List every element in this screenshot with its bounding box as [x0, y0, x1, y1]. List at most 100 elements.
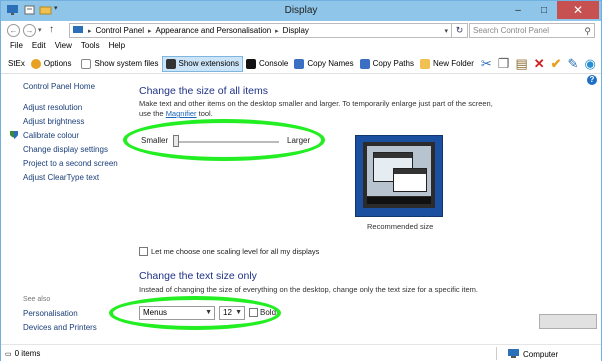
options-button[interactable]: Options: [28, 56, 75, 72]
search-input[interactable]: Search Control Panel ⚲: [469, 23, 595, 38]
preview-screen: [367, 146, 431, 196]
size-description-line2: use the Magnifier tool.: [139, 109, 213, 119]
copy-names-icon: [294, 58, 305, 69]
preview-window-front: [393, 168, 427, 192]
search-icon: ⚲: [584, 26, 591, 36]
copy-names-button[interactable]: Copy Names: [291, 56, 356, 72]
address-control-panel-icon: [73, 25, 84, 37]
status-location-label: Computer: [523, 350, 559, 359]
copy-icon[interactable]: ❐: [498, 56, 510, 72]
copy-paths-label: Copy Paths: [372, 59, 414, 68]
cut-icon[interactable]: ✂: [481, 56, 492, 72]
font-size-select[interactable]: 12 ▼: [219, 306, 245, 320]
adjust-brightness-link[interactable]: Adjust brightness: [23, 117, 84, 126]
breadcrumb-separator-icon: ▸: [275, 27, 279, 35]
options-label: Options: [43, 59, 72, 68]
extension-icon: [165, 58, 176, 69]
status-items-count: 0 items: [14, 349, 41, 358]
bold-checkbox[interactable]: [249, 308, 258, 317]
console-icon: [246, 58, 256, 69]
font-size-value: 12: [223, 308, 232, 317]
new-folder-button[interactable]: New Folder: [417, 56, 477, 72]
item-select[interactable]: Menus ▼: [139, 306, 215, 320]
refresh-button[interactable]: ↻: [452, 23, 468, 38]
menu-file[interactable]: File: [10, 41, 23, 53]
adjust-resolution-link[interactable]: Adjust resolution: [23, 103, 82, 112]
paste-icon[interactable]: ▤: [515, 56, 527, 72]
forward-button[interactable]: →: [23, 24, 36, 37]
show-system-files-label: Show system files: [94, 59, 159, 68]
text-size-description: Instead of changing the size of everythi…: [139, 285, 478, 294]
one-scaling-label: Let me choose one scaling level for all …: [151, 247, 320, 256]
status-items: ▭ 0 items: [5, 349, 40, 358]
breadcrumb-separator-icon: ▸: [88, 27, 92, 35]
menu-help[interactable]: Help: [109, 41, 125, 53]
size-description-suffix: tool.: [196, 109, 213, 118]
preview-monitor: [363, 142, 435, 208]
control-panel-home-link[interactable]: Control Panel Home: [23, 82, 95, 91]
adjust-cleartype-link[interactable]: Adjust ClearType text: [23, 173, 99, 182]
address-field[interactable]: ▸ Control Panel ▸ Appearance and Persona…: [69, 23, 452, 38]
slider-min-label: Smaller: [141, 136, 169, 145]
one-scaling-checkbox[interactable]: [139, 247, 148, 256]
breadcrumb-display[interactable]: Display: [283, 26, 309, 35]
search-placeholder: Search Control Panel: [473, 26, 550, 35]
back-button[interactable]: ←: [7, 24, 20, 37]
display-preview-image: [355, 135, 443, 217]
menu-bar: File Edit View Tools Help: [1, 41, 601, 53]
computer-icon: [508, 349, 519, 360]
apply-button[interactable]: [539, 314, 597, 329]
size-heading: Change the size of all items: [139, 85, 268, 97]
see-also-heading: See also: [23, 296, 51, 303]
console-button[interactable]: Console: [243, 56, 291, 72]
menu-edit[interactable]: Edit: [32, 41, 46, 53]
maximize-button[interactable]: □: [531, 1, 557, 19]
checkmark-icon[interactable]: ✔: [551, 56, 562, 72]
console-label: Console: [259, 59, 289, 68]
size-slider-track[interactable]: [173, 141, 279, 143]
copy-names-label: Copy Names: [307, 59, 354, 68]
menu-view[interactable]: View: [55, 41, 72, 53]
breadcrumb-appearance[interactable]: Appearance and Personalisation: [156, 26, 272, 35]
change-display-settings-link[interactable]: Change display settings: [23, 145, 108, 154]
address-bar: ← → ▾ ↑ ▸ Control Panel ▸ Appearance and…: [1, 21, 601, 40]
stex-toolbar: StEx Options Show system files Show exte…: [1, 54, 601, 74]
calibrate-colour-link[interactable]: Calibrate colour: [23, 131, 79, 140]
show-extensions-label: Show extensions: [178, 59, 239, 68]
status-bar: ▭ 0 items Computer: [1, 344, 601, 361]
left-navigation-pane: Control Panel Home Adjust resolution Adj…: [1, 75, 129, 343]
project-second-screen-link[interactable]: Project to a second screen: [23, 159, 118, 168]
show-extensions-button[interactable]: Show extensions: [161, 55, 243, 72]
up-arrow-icon[interactable]: ↑: [49, 24, 54, 35]
devices-printers-link[interactable]: Devices and Printers: [23, 323, 97, 332]
copy-paths-button[interactable]: Copy Paths: [357, 56, 417, 72]
chevron-down-icon: ▼: [205, 309, 212, 316]
size-description-line1: Make text and other items on the desktop…: [139, 99, 493, 108]
size-slider-thumb[interactable]: [173, 135, 179, 147]
gear-icon: [30, 58, 41, 69]
explorer-icon[interactable]: ◉: [584, 56, 595, 72]
items-icon: ▭: [5, 350, 12, 358]
back-arrow-icon: ←: [9, 26, 18, 35]
recent-locations-icon[interactable]: ▾: [38, 26, 42, 34]
menu-tools[interactable]: Tools: [81, 41, 100, 53]
magnifier-link[interactable]: Magnifier: [166, 109, 197, 118]
minimize-button[interactable]: –: [505, 1, 531, 19]
delete-icon[interactable]: ✕: [534, 56, 545, 72]
close-button[interactable]: ✕: [557, 1, 599, 19]
chevron-down-icon: ▼: [235, 309, 242, 316]
item-select-value: Menus: [143, 308, 168, 317]
refresh-icon: ↻: [455, 25, 464, 35]
slider-max-label: Larger: [287, 136, 311, 145]
breadcrumb-control-panel[interactable]: Control Panel: [96, 26, 144, 35]
shield-icon: [9, 130, 19, 140]
personalisation-link[interactable]: Personalisation: [23, 309, 78, 318]
status-location: Computer: [508, 349, 558, 360]
show-system-files-button[interactable]: Show system files: [78, 56, 161, 72]
address-dropdown-icon[interactable]: ▾: [444, 27, 448, 35]
preview-taskbar: [367, 197, 431, 204]
edit-icon[interactable]: ✎: [568, 56, 579, 72]
display-window: ▾ Display – □ ✕ ← → ▾ ↑ ▸ Control Panel …: [0, 0, 602, 361]
folder-icon: [419, 58, 430, 69]
main-content: Change the size of all items Make text a…: [109, 75, 601, 343]
